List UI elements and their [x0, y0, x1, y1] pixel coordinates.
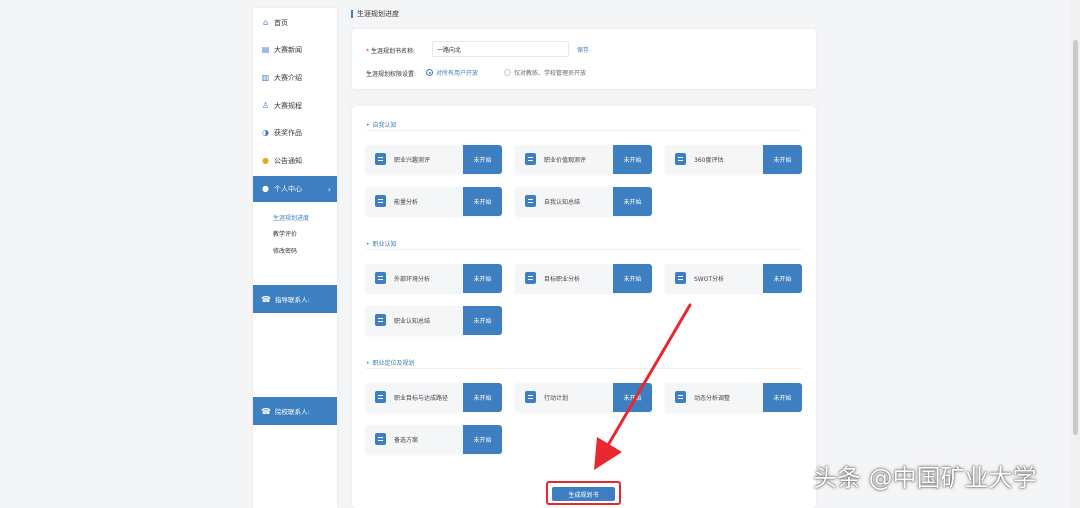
arrow-head [594, 437, 622, 470]
arrow-shaft [602, 303, 692, 454]
scrollbar-thumb[interactable] [1073, 40, 1078, 435]
annotation-arrow [594, 303, 692, 470]
scrollbar[interactable] [1071, 0, 1080, 508]
watermark: 头条 @中国矿业大学 [813, 464, 1037, 492]
